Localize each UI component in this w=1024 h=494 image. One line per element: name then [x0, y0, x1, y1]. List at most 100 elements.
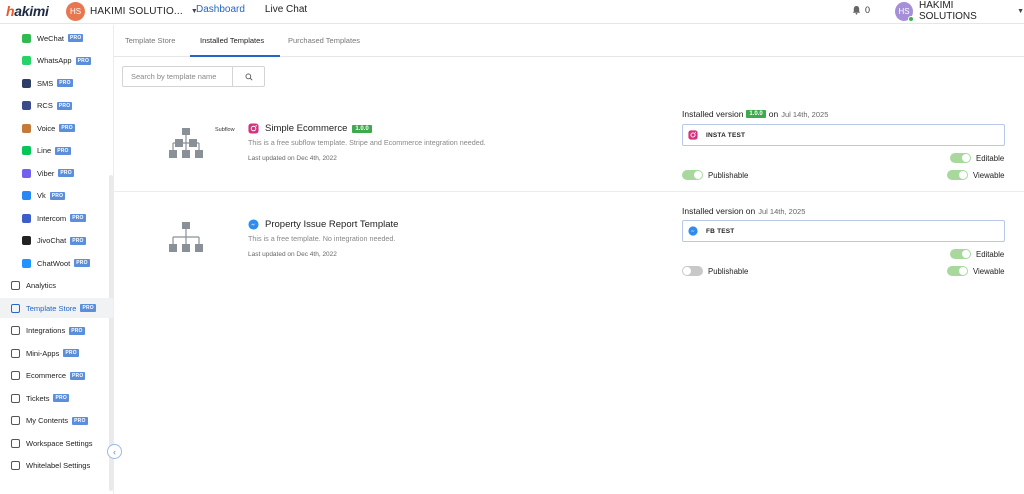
- messenger-icon: [248, 219, 259, 230]
- search-button[interactable]: [232, 67, 264, 86]
- template-tabs: Template Store Installed Templates Purch…: [114, 25, 1024, 57]
- search-icon: [245, 73, 253, 81]
- sms-icon: [22, 78, 31, 88]
- sidebar-item-label: Mini-Apps: [26, 348, 60, 358]
- sidebar-item-intercom[interactable]: Intercom PRO: [0, 208, 113, 228]
- sidebar-item-my-contents[interactable]: My Contents PRO: [0, 411, 113, 431]
- my-contents-icon: [11, 416, 20, 425]
- line-icon: [22, 146, 31, 155]
- sidebar-item-viber[interactable]: Viber PRO: [0, 163, 113, 183]
- template-updated: Last updated on Dec 4th, 2022: [248, 155, 337, 162]
- search-input[interactable]: [123, 67, 233, 86]
- pro-badge: PRO: [75, 56, 92, 65]
- sidebar-item-label: Whitelabel Settings: [26, 461, 91, 470]
- template-updated: Last updated on Dec 4th, 2022: [248, 251, 337, 258]
- collapse-sidebar-button[interactable]: ‹: [107, 444, 122, 459]
- viewable-toggle[interactable]: [947, 170, 968, 180]
- online-status-dot: [908, 15, 915, 22]
- pro-badge: PRO: [63, 349, 79, 357]
- sidebar-item-integrations[interactable]: Integrations PRO: [0, 321, 113, 341]
- notifications-button[interactable]: 0: [852, 5, 870, 15]
- sidebar-item-label: RCS: [37, 101, 53, 110]
- sidebar-item-label: Integrations: [26, 326, 66, 335]
- sidebar-item-analytics[interactable]: Analytics: [0, 276, 113, 296]
- messenger-icon: [688, 226, 698, 236]
- sidebar-item-label: SMS: [37, 78, 54, 88]
- sidebar-item-label: JivoChat: [37, 236, 67, 245]
- intercom-icon: [22, 213, 31, 223]
- sidebar-item-vk[interactable]: Vk PRO: [0, 186, 113, 206]
- chevron-down-icon: ▼: [1017, 7, 1024, 15]
- chatwoot-icon: [22, 258, 31, 268]
- pro-badge: PRO: [59, 124, 75, 132]
- sidebar-item-label: Intercom: [37, 213, 67, 223]
- sidebar-item-chatwoot[interactable]: ChatWoot PRO: [0, 253, 113, 273]
- bell-icon: [852, 5, 861, 15]
- sidebar-item-rcs[interactable]: RCS PRO: [0, 96, 113, 116]
- viewable-toggle[interactable]: [947, 266, 968, 276]
- sidebar-item-label: WeChat: [37, 33, 64, 43]
- installed-bot-selector[interactable]: INSTA TEST: [682, 124, 1005, 146]
- editable-toggle[interactable]: [950, 153, 971, 163]
- template-store-icon: [11, 303, 20, 313]
- editable-toggle-row: Editable: [950, 249, 1004, 259]
- sidebar-item-sms[interactable]: SMS PRO: [0, 73, 113, 93]
- sidebar-item-ecommerce[interactable]: Ecommerce PRO: [0, 366, 113, 386]
- sidebar-item-template-store[interactable]: Template Store PRO: [0, 298, 113, 318]
- sidebar-item-label: Viber: [37, 168, 55, 178]
- editable-toggle-row: Editable: [950, 153, 1004, 163]
- template-title[interactable]: Simple Ecommerce: [265, 123, 347, 134]
- nav-live-chat[interactable]: Live Chat: [265, 4, 307, 15]
- sidebar-item-mini-apps[interactable]: Mini-Apps PRO: [0, 343, 113, 363]
- workspace-settings-icon: [11, 438, 20, 448]
- sidebar-item-voice[interactable]: Voice PRO: [0, 118, 113, 138]
- pro-badge: PRO: [70, 236, 86, 245]
- nav-dashboard[interactable]: Dashboard: [196, 4, 245, 15]
- version-badge: 1.0.0: [746, 110, 766, 118]
- tab-template-store[interactable]: Template Store: [125, 36, 175, 45]
- pro-badge: PRO: [72, 416, 88, 425]
- viber-icon: [22, 168, 31, 178]
- viewable-toggle-row: Viewable: [947, 266, 1005, 276]
- instagram-icon: [688, 130, 698, 140]
- workspace-switcher[interactable]: HS HAKIMI SOLUTIO... ▼: [66, 1, 198, 21]
- sidebar-item-line[interactable]: Line PRO: [0, 141, 113, 161]
- integrations-icon: [11, 326, 20, 335]
- analytics-icon: [11, 281, 20, 290]
- pro-badge: PRO: [53, 394, 69, 402]
- publishable-toggle[interactable]: [682, 170, 703, 180]
- brand-logo[interactable]: hakimi: [6, 3, 49, 19]
- instagram-icon: [248, 123, 259, 134]
- editable-toggle[interactable]: [950, 249, 971, 259]
- sidebar-item-whatsapp[interactable]: WhatsApp PRO: [0, 51, 113, 71]
- sidebar-item-wechat[interactable]: WeChat PRO: [0, 28, 113, 48]
- tab-installed-templates[interactable]: Installed Templates: [200, 36, 264, 45]
- pro-badge: PRO: [58, 169, 74, 177]
- bot-name: FB TEST: [706, 227, 735, 235]
- installed-bot-selector[interactable]: FB TEST: [682, 220, 1005, 242]
- pro-badge: PRO: [70, 371, 86, 380]
- publishable-toggle[interactable]: [682, 266, 703, 276]
- sidebar-item-workspace-settings[interactable]: Workspace Settings: [0, 433, 113, 453]
- sidebar-item-whitelabel-settings[interactable]: Whitelabel Settings: [0, 456, 113, 476]
- wechat-icon: [22, 33, 31, 43]
- sidebar-item-label: Line: [37, 146, 52, 155]
- vk-icon: [22, 191, 31, 200]
- workspace-avatar: HS: [66, 1, 85, 21]
- flow-tree-icon: [169, 222, 203, 252]
- jivochat-icon: [22, 236, 31, 245]
- tickets-icon: [11, 393, 20, 403]
- pro-badge: PRO: [56, 101, 73, 110]
- template-description: This is a free subflow template. Stripe …: [248, 138, 486, 147]
- pro-badge: PRO: [80, 304, 96, 312]
- sidebar-item-tickets[interactable]: Tickets PRO: [0, 388, 113, 408]
- user-menu[interactable]: HS HAKIMI SOLUTIONS ▼: [895, 0, 1024, 22]
- pro-badge: PRO: [69, 326, 85, 335]
- sidebar-item-jivochat[interactable]: JivoChat PRO: [0, 231, 113, 251]
- pro-badge: PRO: [70, 214, 86, 222]
- bot-name: INSTA TEST: [706, 131, 746, 139]
- user-name: HAKIMI SOLUTIONS: [919, 0, 977, 22]
- template-title[interactable]: Property Issue Report Template: [265, 219, 398, 230]
- tab-purchased-templates[interactable]: Purchased Templates: [288, 36, 360, 45]
- pro-badge: PRO: [57, 79, 73, 87]
